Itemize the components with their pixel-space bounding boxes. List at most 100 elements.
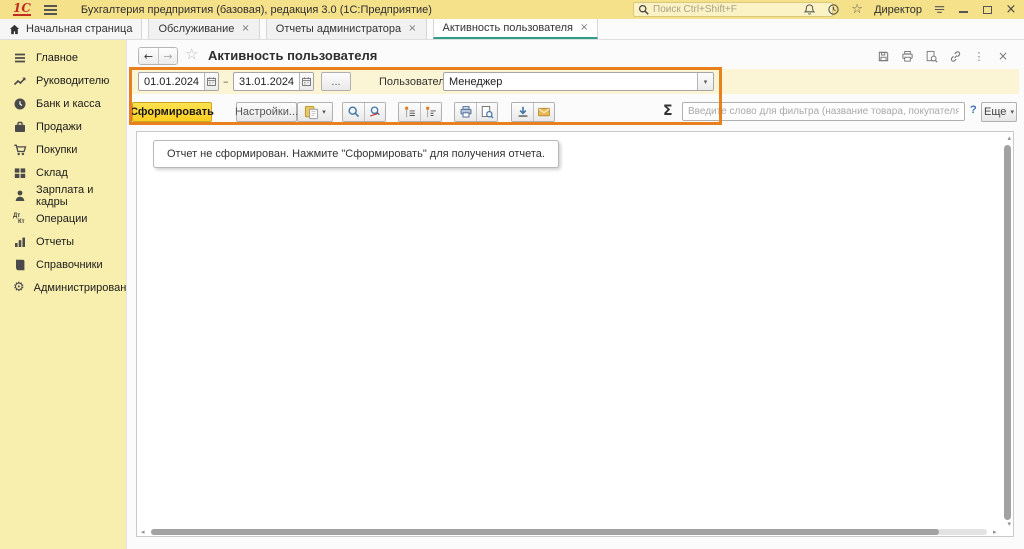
expand-groups-icon	[424, 105, 438, 119]
dtkt-icon: ДтКт	[13, 213, 27, 225]
generate-button[interactable]: Сформировать	[132, 102, 212, 122]
empty-report-message: Отчет не сформирован. Нажмите "Сформиров…	[153, 140, 559, 168]
more-button-label: Еще	[984, 106, 1006, 118]
horizontal-scrollbar[interactable]	[151, 529, 939, 535]
vertical-scrollbar[interactable]	[1004, 145, 1011, 520]
link-icon[interactable]	[948, 49, 962, 63]
print-icon[interactable]	[900, 49, 914, 63]
sidebar-item-directories[interactable]: Справочники	[0, 253, 126, 276]
favorites-icon[interactable]: ☆	[850, 3, 864, 17]
tab-close-icon[interactable]: ×	[408, 24, 416, 34]
forward-button[interactable]: →	[158, 48, 177, 64]
sidebar-item-manager[interactable]: Руководителю	[0, 69, 126, 92]
home-icon	[9, 24, 20, 35]
sidebar-item-operations[interactable]: ДтКт Операции	[0, 207, 126, 230]
book-icon	[13, 258, 27, 272]
sidebar-item-salary-hr[interactable]: Зарплата и кадры	[0, 184, 126, 207]
send-mail-button[interactable]	[533, 103, 554, 121]
person-icon	[13, 189, 27, 203]
preview-icon	[480, 105, 494, 119]
sidebar-item-main[interactable]: Главное	[0, 46, 126, 69]
sigma-icon[interactable]: Σ	[663, 103, 673, 119]
cancel-find-button[interactable]	[364, 103, 385, 121]
sidebar-item-administration[interactable]: ⚙ Администрирование	[0, 276, 126, 299]
sidebar-item-bank-cash[interactable]: Банк и касса	[0, 92, 126, 115]
tab-admin-reports[interactable]: Отчеты администратора ×	[266, 19, 427, 39]
warehouse-icon	[13, 166, 27, 180]
scroll-right-icon[interactable]: ▸	[993, 528, 997, 536]
briefcase-icon	[13, 120, 27, 134]
save-icon[interactable]	[876, 49, 890, 63]
chevron-down-icon[interactable]: ▾	[697, 73, 713, 90]
collapse-groups-icon	[403, 105, 417, 119]
sidebar-item-label: Склад	[36, 167, 68, 179]
sidebar-item-label: Покупки	[36, 144, 77, 156]
more-kebab-icon[interactable]: ⋮	[972, 49, 986, 63]
date-from-value[interactable]: 01.01.2024	[139, 73, 204, 90]
tab-user-activity[interactable]: Активность пользователя ×	[433, 19, 599, 39]
tab-home-page[interactable]: Начальная страница	[0, 19, 142, 39]
sidebar-item-purchases[interactable]: Покупки	[0, 138, 126, 161]
collapse-groups-button[interactable]	[399, 103, 420, 121]
find-button[interactable]	[343, 103, 364, 121]
sidebar-item-warehouse[interactable]: Склад	[0, 161, 126, 184]
notifications-icon[interactable]	[802, 3, 816, 17]
sidebar-item-label: Продажи	[36, 121, 82, 133]
tab-bar: Начальная страница Обслуживание × Отчеты…	[0, 19, 1024, 40]
sidebar-item-label: Банк и касса	[36, 98, 101, 110]
tab-label: Начальная страница	[26, 23, 132, 35]
bank-icon	[13, 97, 27, 111]
date-from-field[interactable]: 01.01.2024	[138, 72, 219, 91]
history-icon[interactable]	[826, 3, 840, 17]
sidebar-item-label: Зарплата и кадры	[36, 184, 126, 208]
restore-button[interactable]	[980, 3, 994, 17]
preview-icon[interactable]	[924, 49, 938, 63]
download-button[interactable]	[512, 103, 533, 121]
close-report-icon[interactable]: ×	[996, 49, 1010, 63]
settings-button[interactable]: Настройки...	[236, 102, 297, 122]
main-menu-icon[interactable]	[44, 5, 57, 15]
service-menu-icon[interactable]	[932, 3, 946, 17]
period-picker-button[interactable]: ...	[321, 72, 351, 91]
current-user[interactable]: Директор	[874, 4, 922, 16]
sidebar-item-sales[interactable]: Продажи	[0, 115, 126, 138]
more-button[interactable]: Еще ▾	[981, 102, 1017, 122]
bar-chart-icon	[13, 235, 27, 249]
tab-label: Отчеты администратора	[276, 23, 401, 35]
scroll-up-icon[interactable]: ▴	[1007, 134, 1011, 142]
tab-service[interactable]: Обслуживание ×	[148, 19, 259, 39]
calendar-icon[interactable]	[204, 73, 218, 90]
sidebar-item-reports[interactable]: Отчеты	[0, 230, 126, 253]
close-window-button[interactable]: ×	[1004, 3, 1018, 17]
chevron-down-icon: ▾	[322, 108, 326, 116]
quick-filter-input[interactable]	[682, 102, 965, 121]
minimize-button[interactable]	[956, 3, 970, 17]
download-icon	[516, 105, 530, 119]
1c-logo: 1С	[13, 3, 31, 16]
cart-icon	[13, 143, 27, 157]
date-to-field[interactable]: 31.01.2024	[233, 72, 314, 91]
scroll-left-icon[interactable]: ◂	[141, 528, 145, 536]
calendar-icon[interactable]	[299, 73, 313, 90]
user-combo-value[interactable]: Менеджер	[444, 73, 697, 90]
sidebar-item-label: Руководителю	[36, 75, 109, 87]
help-button[interactable]: ?	[970, 104, 977, 116]
print-preview-button[interactable]	[476, 103, 497, 121]
scroll-down-icon[interactable]: ▾	[1007, 520, 1011, 528]
expand-groups-button[interactable]	[420, 103, 441, 121]
search-icon	[638, 4, 649, 15]
date-to-value[interactable]: 31.01.2024	[234, 73, 299, 90]
sidebar-item-label: Справочники	[36, 259, 103, 271]
variants-icon	[304, 105, 319, 120]
find-icon	[347, 105, 361, 119]
user-combo[interactable]: Менеджер ▾	[443, 72, 714, 91]
tab-close-icon[interactable]: ×	[580, 23, 588, 33]
print-report-button[interactable]	[455, 103, 476, 121]
tab-label: Обслуживание	[158, 23, 234, 35]
back-button[interactable]: ←	[139, 48, 158, 64]
tab-close-icon[interactable]: ×	[241, 24, 249, 34]
report-variants-button[interactable]: ▾	[297, 102, 333, 122]
favorite-star-icon[interactable]: ☆	[185, 46, 198, 62]
report-area: ← → ☆ Активность пользователя ⋮ × 01.01.	[126, 40, 1024, 549]
period-dash: –	[223, 75, 229, 88]
